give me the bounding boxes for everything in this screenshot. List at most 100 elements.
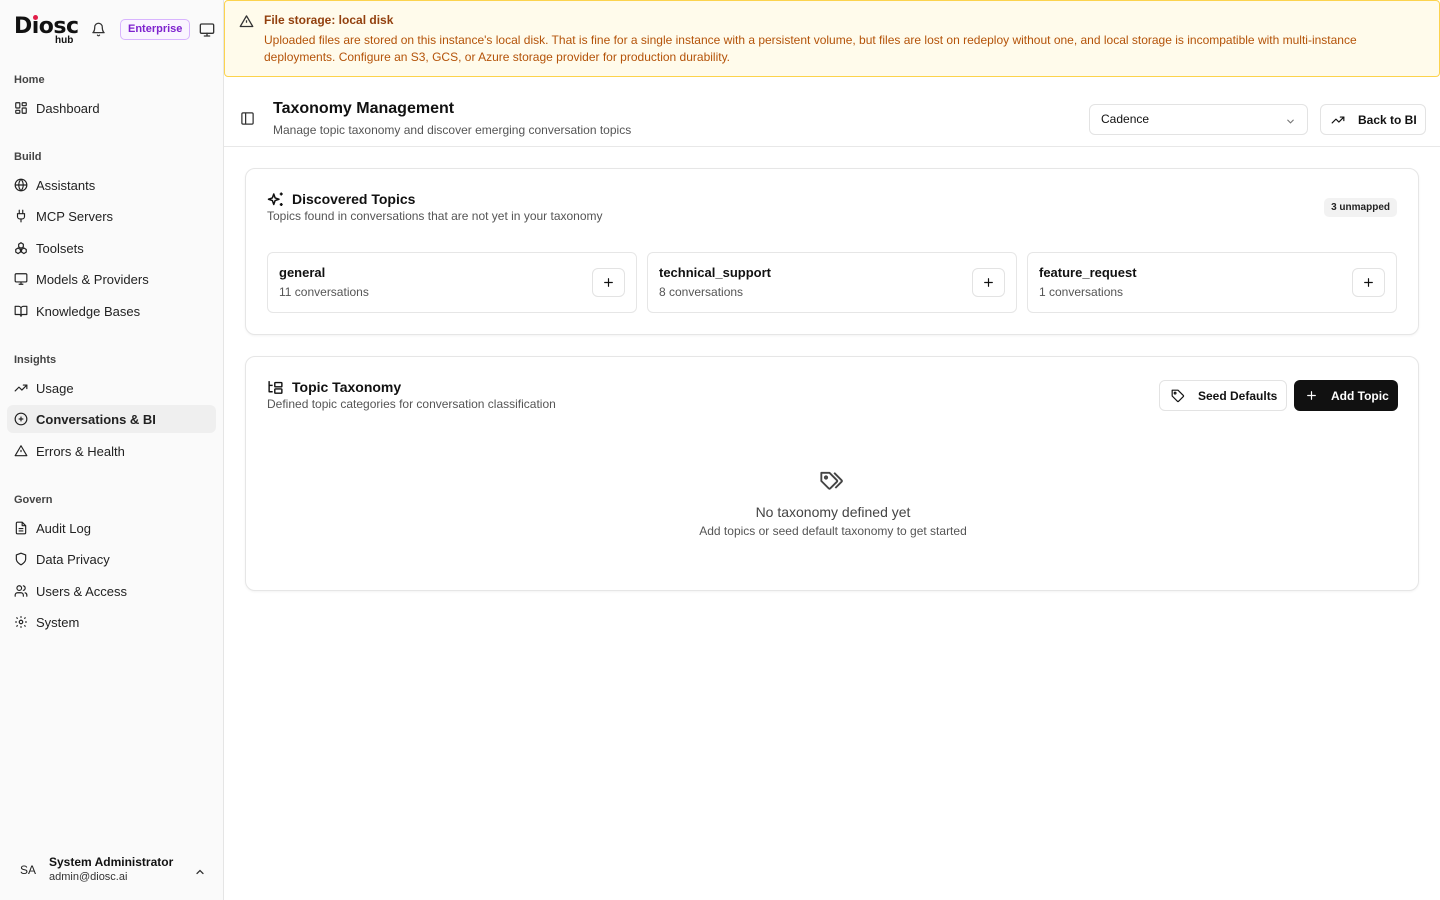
- sidebar-item-users-access[interactable]: Users & Access: [7, 577, 216, 605]
- add-topic-button[interactable]: [972, 268, 1005, 297]
- sidebar-item-knowledge-bases[interactable]: Knowledge Bases: [7, 297, 216, 325]
- sparkles-icon: [267, 191, 285, 209]
- sidebar-item-assistants[interactable]: Assistants: [7, 171, 216, 199]
- page-header: Taxonomy Management Manage topic taxonom…: [224, 77, 1440, 147]
- topic-card: technical_support 8 conversations: [647, 252, 1017, 313]
- avatar: SA: [19, 863, 36, 877]
- section-home: Home: [14, 74, 45, 86]
- discovered-topics-card: Discovered Topics Topics found in conver…: [245, 168, 1419, 335]
- sidebar-item-label: Dashboard: [36, 100, 100, 116]
- brand-logo[interactable]: Diosc hub: [14, 14, 79, 46]
- logo-dot: [33, 15, 38, 20]
- sidebar-item-label: Audit Log: [36, 520, 91, 536]
- back-to-bi-label: Back to BI: [1358, 112, 1417, 127]
- sidebar-item-label: System: [36, 614, 80, 630]
- seed-defaults-button[interactable]: Seed Defaults: [1159, 380, 1287, 411]
- boxes-icon: [14, 241, 28, 255]
- sidebar-item-label: Conversations & BI: [36, 411, 156, 427]
- assistant-select[interactable]: Cadence: [1089, 104, 1308, 135]
- section-build: Build: [14, 151, 42, 163]
- folder-tree-icon: [267, 379, 284, 396]
- chevron-up-icon: [194, 866, 206, 878]
- discovered-title: Discovered Topics: [292, 191, 416, 207]
- user-menu[interactable]: SA System Administrator admin@diosc.ai: [8, 848, 216, 892]
- plug-icon: [14, 209, 28, 223]
- sidebar-item-system[interactable]: System: [7, 608, 216, 636]
- monitor-icon[interactable]: [199, 22, 215, 38]
- tags-icon: [819, 467, 847, 495]
- add-topic-button[interactable]: [592, 268, 625, 297]
- taxonomy-title: Topic Taxonomy: [292, 379, 402, 395]
- taxonomy-subtitle: Defined topic categories for conversatio…: [267, 397, 556, 411]
- plus-icon: [1305, 389, 1318, 402]
- sidebar-item-dashboard[interactable]: Dashboard: [7, 94, 216, 122]
- sidebar-item-label: Users & Access: [36, 583, 128, 599]
- sidebar-item-models[interactable]: Models & Providers: [7, 265, 216, 293]
- alert-title: File storage: local disk: [264, 13, 394, 27]
- sidebar-item-label: Knowledge Bases: [36, 303, 141, 319]
- sidebar-item-label: Models & Providers: [36, 271, 149, 287]
- tag-icon: [1171, 389, 1185, 403]
- gear-icon: [14, 615, 28, 629]
- page-title: Taxonomy Management: [273, 100, 455, 117]
- globe-icon: [14, 178, 28, 192]
- seed-defaults-label: Seed Defaults: [1198, 388, 1278, 403]
- trending-up-icon: [14, 381, 28, 395]
- bell-icon[interactable]: [91, 22, 106, 37]
- sidebar-toggle-icon[interactable]: [240, 111, 255, 126]
- topic-taxonomy-card: Topic Taxonomy Defined topic categories …: [245, 356, 1419, 591]
- topic-name: general: [279, 265, 326, 280]
- sidebar: Diosc hub Enterprise Home Dashboard Buil…: [0, 0, 224, 900]
- user-info: System Administrator admin@diosc.ai: [49, 855, 173, 885]
- sidebar-item-audit-log[interactable]: Audit Log: [7, 514, 216, 542]
- back-to-bi-button[interactable]: Back to BI: [1320, 104, 1426, 135]
- storage-warning-banner: File storage: local disk Uploaded files …: [224, 0, 1440, 77]
- shield-icon: [14, 552, 28, 566]
- sidebar-item-errors[interactable]: Errors & Health: [7, 437, 216, 465]
- sidebar-item-label: Data Privacy: [36, 551, 110, 567]
- section-insights: Insights: [14, 354, 57, 366]
- warning-icon: [239, 14, 254, 29]
- alert-body: Uploaded files are stored on this instan…: [264, 33, 1357, 64]
- logo-subtext: hub: [55, 35, 74, 46]
- sidebar-item-label: Usage: [36, 380, 74, 396]
- topic-name: feature_request: [1039, 265, 1137, 280]
- sidebar-item-label: Assistants: [36, 177, 96, 193]
- topic-card: feature_request 1 conversations: [1027, 252, 1397, 313]
- users-icon: [14, 584, 28, 598]
- plus-icon: [602, 276, 615, 289]
- sidebar-item-data-privacy[interactable]: Data Privacy: [7, 545, 216, 573]
- page-subtitle: Manage topic taxonomy and discover emerg…: [273, 123, 632, 137]
- empty-state-subtitle: Add topics or seed default taxonomy to g…: [699, 524, 967, 538]
- chat-globe-icon: [14, 412, 28, 426]
- add-topic-label: Add Topic: [1331, 388, 1389, 403]
- monitor-icon: [14, 272, 28, 286]
- add-topic-button[interactable]: Add Topic: [1294, 380, 1398, 411]
- add-topic-button[interactable]: [1352, 268, 1385, 297]
- assistant-select-value: Cadence: [1101, 112, 1150, 126]
- sidebar-item-usage[interactable]: Usage: [7, 374, 216, 402]
- topic-count: 8 conversations: [659, 285, 744, 299]
- plus-icon: [982, 276, 995, 289]
- sidebar-item-label: MCP Servers: [36, 208, 114, 224]
- topic-count: 1 conversations: [1039, 285, 1124, 299]
- sidebar-item-toolsets[interactable]: Toolsets: [7, 234, 216, 262]
- topic-name: technical_support: [659, 265, 771, 280]
- user-name: System Administrator: [49, 855, 174, 869]
- dashboard-icon: [14, 101, 28, 115]
- plus-icon: [1362, 276, 1375, 289]
- sidebar-item-label: Errors & Health: [36, 443, 125, 459]
- section-govern: Govern: [14, 494, 53, 506]
- sidebar-item-mcp-servers[interactable]: MCP Servers: [7, 202, 216, 230]
- topic-count: 11 conversations: [279, 285, 369, 299]
- warning-icon: [14, 444, 28, 458]
- chevron-down-icon: [1285, 116, 1296, 127]
- document-icon: [14, 521, 28, 535]
- enterprise-badge: Enterprise: [120, 19, 191, 40]
- unmapped-badge: 3 unmapped: [1324, 198, 1397, 217]
- trending-up-icon: [1331, 113, 1345, 127]
- book-icon: [14, 304, 28, 318]
- sidebar-item-conversations[interactable]: Conversations & BI: [7, 405, 216, 433]
- empty-state-title: No taxonomy defined yet: [755, 504, 911, 520]
- user-email: admin@diosc.ai: [49, 871, 128, 883]
